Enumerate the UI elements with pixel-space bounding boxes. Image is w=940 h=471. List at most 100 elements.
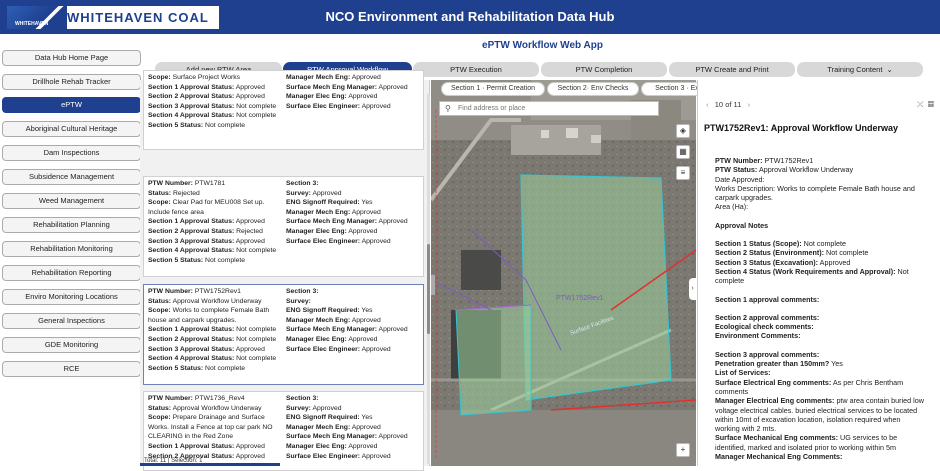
field-label: Surface Elec Engineer: <box>286 345 361 353</box>
nav-item-rehabilitation-monitoring[interactable]: Rehabilitation Monitoring <box>2 241 141 257</box>
card-field: Manager Mech Eng: Approved <box>286 423 422 433</box>
nav-item-aboriginal-cultural-heritage[interactable]: Aboriginal Cultural Heritage <box>2 121 141 137</box>
field-label: Surface Elec Engineer: <box>286 452 361 460</box>
ptw-card[interactable]: Scope: Surface Project Works Section 1 Ap… <box>143 70 424 150</box>
card-field: Section 1 Approval Status: Approved <box>148 442 284 452</box>
nav-item-dam-inspections[interactable]: Dam Inspections <box>2 145 141 161</box>
card-field: PTW Number: PTW1736_Rev4 <box>148 394 284 404</box>
field-label: Section 4 Approval Status: <box>148 247 235 255</box>
field-label: Manager Mech Eng: <box>286 208 351 216</box>
field-label: Status: <box>148 189 172 197</box>
detail-tools: ⤫ ▦ <box>917 100 934 110</box>
map-view[interactable]: PTW1752Rev1 Surface Facilities <box>431 80 696 466</box>
ptw-card[interactable]: PTW Number: PTW1781 Status: Rejected Scope… <box>143 176 424 277</box>
pager-next-button[interactable]: › <box>748 100 751 109</box>
card-field: ENG Signoff Required: Yes <box>286 413 422 423</box>
card-field: ENG Signoff Required: Yes <box>286 198 422 208</box>
map-search-input[interactable]: ⚲ Find address or place <box>439 101 659 116</box>
card-field: Manager Elec Eng: Approved <box>286 442 422 452</box>
sidebar-nav: Data Hub Home Page Drillhole Rehab Tracke… <box>0 34 145 466</box>
detail-label: Section 2 approval comments: <box>715 312 820 322</box>
nav-item-rehabilitation-planning[interactable]: Rehabilitation Planning <box>2 217 141 233</box>
tab-label: PTW Execution <box>450 65 502 74</box>
card-field: Surface Elec Engineer: Approved <box>286 102 422 112</box>
tab-ptw-execution[interactable]: PTW Execution <box>413 62 539 77</box>
card-field: Status: Approval Workflow Underway <box>148 404 284 414</box>
field-label: Section 3: <box>286 180 319 187</box>
nav-item-rce[interactable]: RCE <box>2 361 141 377</box>
map-label-ptw: PTW1752Rev1 <box>556 295 604 302</box>
nav-item-gde-monitoring[interactable]: GDE Monitoring <box>2 337 141 353</box>
field-value: Approved <box>378 433 408 441</box>
tab-label: PTW Create and Print <box>695 65 769 74</box>
ptw-card[interactable]: PTW Number: PTW1752Rev1 Status: Approval … <box>143 284 424 385</box>
card-field: Section 4 Approval Status: Not complete <box>148 246 284 256</box>
detail-line: Section 1 approval comments: <box>715 295 925 304</box>
nav-item-subsidence-management[interactable]: Subsidence Management <box>2 169 141 185</box>
field-value: Approved <box>378 218 408 226</box>
field-value: Approved <box>348 93 378 101</box>
section-tab-2[interactable]: Section 2· Env Checks <box>547 82 639 96</box>
field-label: Surface Mech Eng Manager: <box>286 218 378 226</box>
card-field: Section 3: <box>286 179 422 189</box>
app-subtitle: ePTW Workflow Web App <box>482 40 603 51</box>
card-field: ENG Signoff Required: Yes <box>286 306 422 316</box>
detail-line: Surface Mechanical Eng comments: UG serv… <box>715 433 925 452</box>
field-value: Approved <box>378 326 408 334</box>
nav-item-eptw[interactable]: ePTW <box>2 97 141 113</box>
field-value: Surface Project Works <box>172 74 241 81</box>
detail-label: Manager Mechanical Eng Comments: <box>715 452 843 462</box>
zoom-in-icon[interactable]: + <box>676 443 690 457</box>
field-value: Approved <box>235 93 265 101</box>
nav-item-enviro-monitoring-locations[interactable]: Enviro Monitoring Locations <box>2 289 141 305</box>
field-label: Section 5 Status: <box>148 256 204 264</box>
map-collapse-handle[interactable] <box>431 275 435 295</box>
nav-item-rehabilitation-reporting[interactable]: Rehabilitation Reporting <box>2 265 141 281</box>
tab-ptw-completion[interactable]: PTW Completion <box>541 62 667 77</box>
nav-item-weed-management[interactable]: Weed Management <box>2 193 141 209</box>
field-label: Section 1 Approval Status: <box>148 218 235 226</box>
card-field: Manager Elec Eng: Approved <box>286 92 422 102</box>
card-field: Section 3 Approval Status: Not complete <box>148 102 284 112</box>
field-value: Yes <box>361 414 373 422</box>
panel-collapse-toggle[interactable]: › <box>689 278 696 300</box>
field-value: Approved <box>361 237 391 245</box>
section-tab-1[interactable]: Section 1 · Permit Creation <box>441 82 545 96</box>
card-field: PTW Number: PTW1752Rev1 <box>148 287 284 297</box>
detail-value: Area (Ha): <box>715 202 749 212</box>
field-label: Section 2 Approval Status: <box>148 335 235 343</box>
nav-item-drillhole-rehab-tracker[interactable]: Drillhole Rehab Tracker <box>2 74 141 90</box>
detail-label: Surface Mechanical Eng comments: <box>715 433 839 443</box>
ptw-detail-panel: ‹ 10 of 11 › ⤫ ▦ PTW1752Rev1: Approval W… <box>697 80 940 466</box>
field-label: Status: <box>148 404 172 412</box>
legend-icon[interactable]: ≡ <box>676 166 690 180</box>
nav-item-data-hub-home-page[interactable]: Data Hub Home Page <box>2 50 141 66</box>
detail-label: Section 3 Status (Excavation): <box>715 257 819 267</box>
layers-icon[interactable]: ◈ <box>676 124 690 138</box>
clear-selection-icon[interactable]: ⤫ <box>917 100 923 109</box>
aerial-imagery: PTW1752Rev1 Surface Facilities <box>431 80 696 466</box>
field-value: Approved <box>361 345 391 353</box>
field-label: Section 5 Status: <box>148 121 204 129</box>
detail-label: Penetration greater than 150mm? <box>715 359 830 369</box>
field-label: Section 4 Approval Status: <box>148 355 235 363</box>
field-label: Scope: <box>148 414 171 422</box>
card-field: Survey: Approved <box>286 189 422 199</box>
detail-value: Not complete <box>803 239 847 249</box>
list-scrollbar[interactable] <box>427 94 430 464</box>
field-value: Rejected <box>172 189 200 197</box>
nav-item-general-inspections[interactable]: General Inspections <box>2 313 141 329</box>
field-label: Manager Mech Eng: <box>286 423 351 431</box>
pager-prev-button[interactable]: ‹ <box>706 100 709 109</box>
field-label: ENG Signoff Required: <box>286 414 360 422</box>
field-value: Approved <box>312 189 342 197</box>
tab-ptw-create-and-print[interactable]: PTW Create and Print <box>669 62 795 77</box>
field-value: Approval Workflow Underway <box>172 297 262 305</box>
field-value: Approval Workflow Underway <box>172 404 262 412</box>
card-field: Section 2 Approval Status: Approved <box>148 92 284 102</box>
tab-training-content[interactable]: Training Content ⌄ <box>797 62 923 77</box>
grid-view-icon[interactable]: ▦ <box>928 100 934 109</box>
field-label: Status: <box>148 297 172 305</box>
basemap-gallery-icon[interactable]: ▦ <box>676 145 690 159</box>
card-field: Section 3 Approval Status: Approved <box>148 237 284 247</box>
